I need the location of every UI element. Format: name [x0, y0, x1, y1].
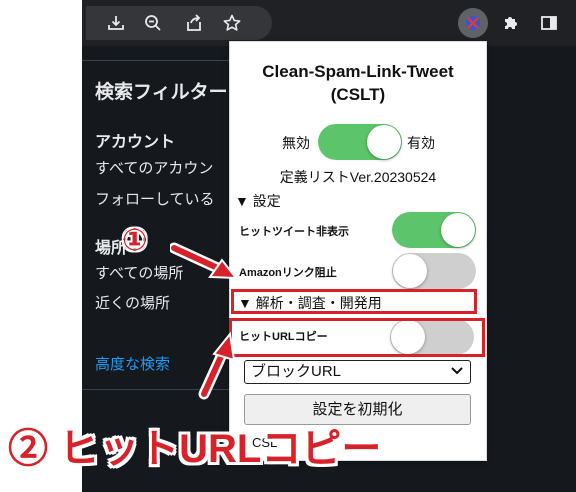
star-icon[interactable] — [220, 11, 244, 35]
chevron-down-icon — [451, 367, 463, 375]
block-amazon-label: Amazonリンク阻止 — [239, 267, 337, 279]
zoom-icon[interactable] — [141, 11, 165, 35]
url-type-select[interactable]: ブロックURL — [244, 360, 471, 384]
popup-title: Clean-Spam-Link-Tweet (CSLT) — [230, 60, 486, 106]
toggle-knob — [441, 213, 475, 247]
annotation-label-2: ② ヒットURLコピー — [8, 427, 382, 471]
copy-url-highlight-box — [229, 318, 485, 357]
arrow-to-analysis — [170, 242, 239, 280]
account-all-option[interactable]: すべてのアカウン — [95, 157, 213, 178]
hide-hit-tweets-toggle[interactable] — [392, 212, 476, 248]
select-value: ブロックURL — [251, 363, 342, 380]
definition-list-version: 定義リストVer.20230524 — [279, 169, 437, 185]
popup-title-line1: Clean-Spam-Link-Tweet — [262, 62, 454, 81]
popup-title-line2: (CSLT) — [330, 85, 386, 104]
off-label: 無効 — [282, 135, 310, 151]
on-label: 有効 — [407, 135, 435, 151]
annotation-marker-1: ① — [122, 223, 148, 258]
account-following-option[interactable]: フォローしている — [95, 188, 215, 209]
install-icon[interactable] — [104, 11, 128, 35]
sidepanel-icon[interactable] — [537, 11, 561, 35]
cslt-extension-icon[interactable] — [458, 8, 488, 38]
account-heading: アカウント — [95, 134, 176, 151]
analysis-highlight-box — [231, 289, 477, 314]
share-icon[interactable] — [182, 11, 206, 35]
toggle-knob — [367, 125, 401, 159]
hide-hit-tweets-label: ヒットツイート非表示 — [239, 226, 349, 238]
settings-summary[interactable]: ▼ 設定 — [235, 191, 281, 211]
toggle-knob — [393, 254, 427, 288]
advanced-search-link[interactable]: 高度な検索 — [95, 353, 170, 374]
filter-heading: 検索フィルター — [95, 82, 228, 103]
puzzle-extensions-icon[interactable] — [499, 11, 523, 35]
location-near-option[interactable]: 近くの場所 — [95, 292, 170, 313]
cslt-popup: Clean-Spam-Link-Tweet (CSLT) 無効 有効 定義リスト… — [229, 41, 487, 461]
block-amazon-toggle[interactable] — [392, 253, 476, 289]
main-enable-toggle[interactable] — [318, 124, 402, 160]
arrow-to-copy-url — [198, 331, 236, 400]
